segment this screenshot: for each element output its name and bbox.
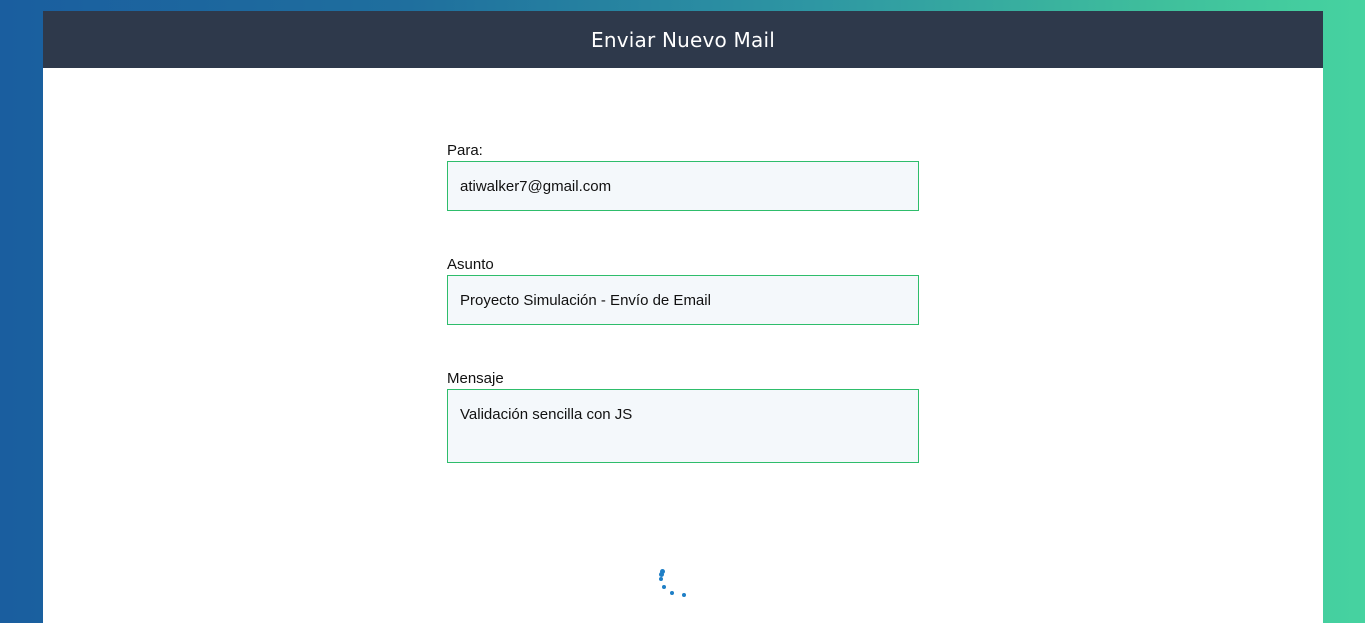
page-title: Enviar Nuevo Mail [591, 27, 775, 52]
to-field-group: Para: [447, 141, 919, 211]
subject-label: Asunto [447, 256, 494, 273]
to-label: Para: [447, 142, 483, 159]
to-input[interactable] [447, 161, 919, 211]
card-header: Enviar Nuevo Mail [43, 11, 1323, 68]
message-field-group: Mensaje Validación sencilla con JS [447, 369, 919, 463]
email-form: Para: Asunto Mensaje Validación sencilla… [447, 141, 919, 463]
message-textarea[interactable]: Validación sencilla con JS [447, 389, 919, 463]
loading-spinner-icon [651, 564, 691, 604]
subject-field-group: Asunto [447, 255, 919, 325]
subject-input[interactable] [447, 275, 919, 325]
email-card: Enviar Nuevo Mail Para: Asunto Mensaje V… [43, 11, 1323, 623]
message-label: Mensaje [447, 370, 504, 387]
